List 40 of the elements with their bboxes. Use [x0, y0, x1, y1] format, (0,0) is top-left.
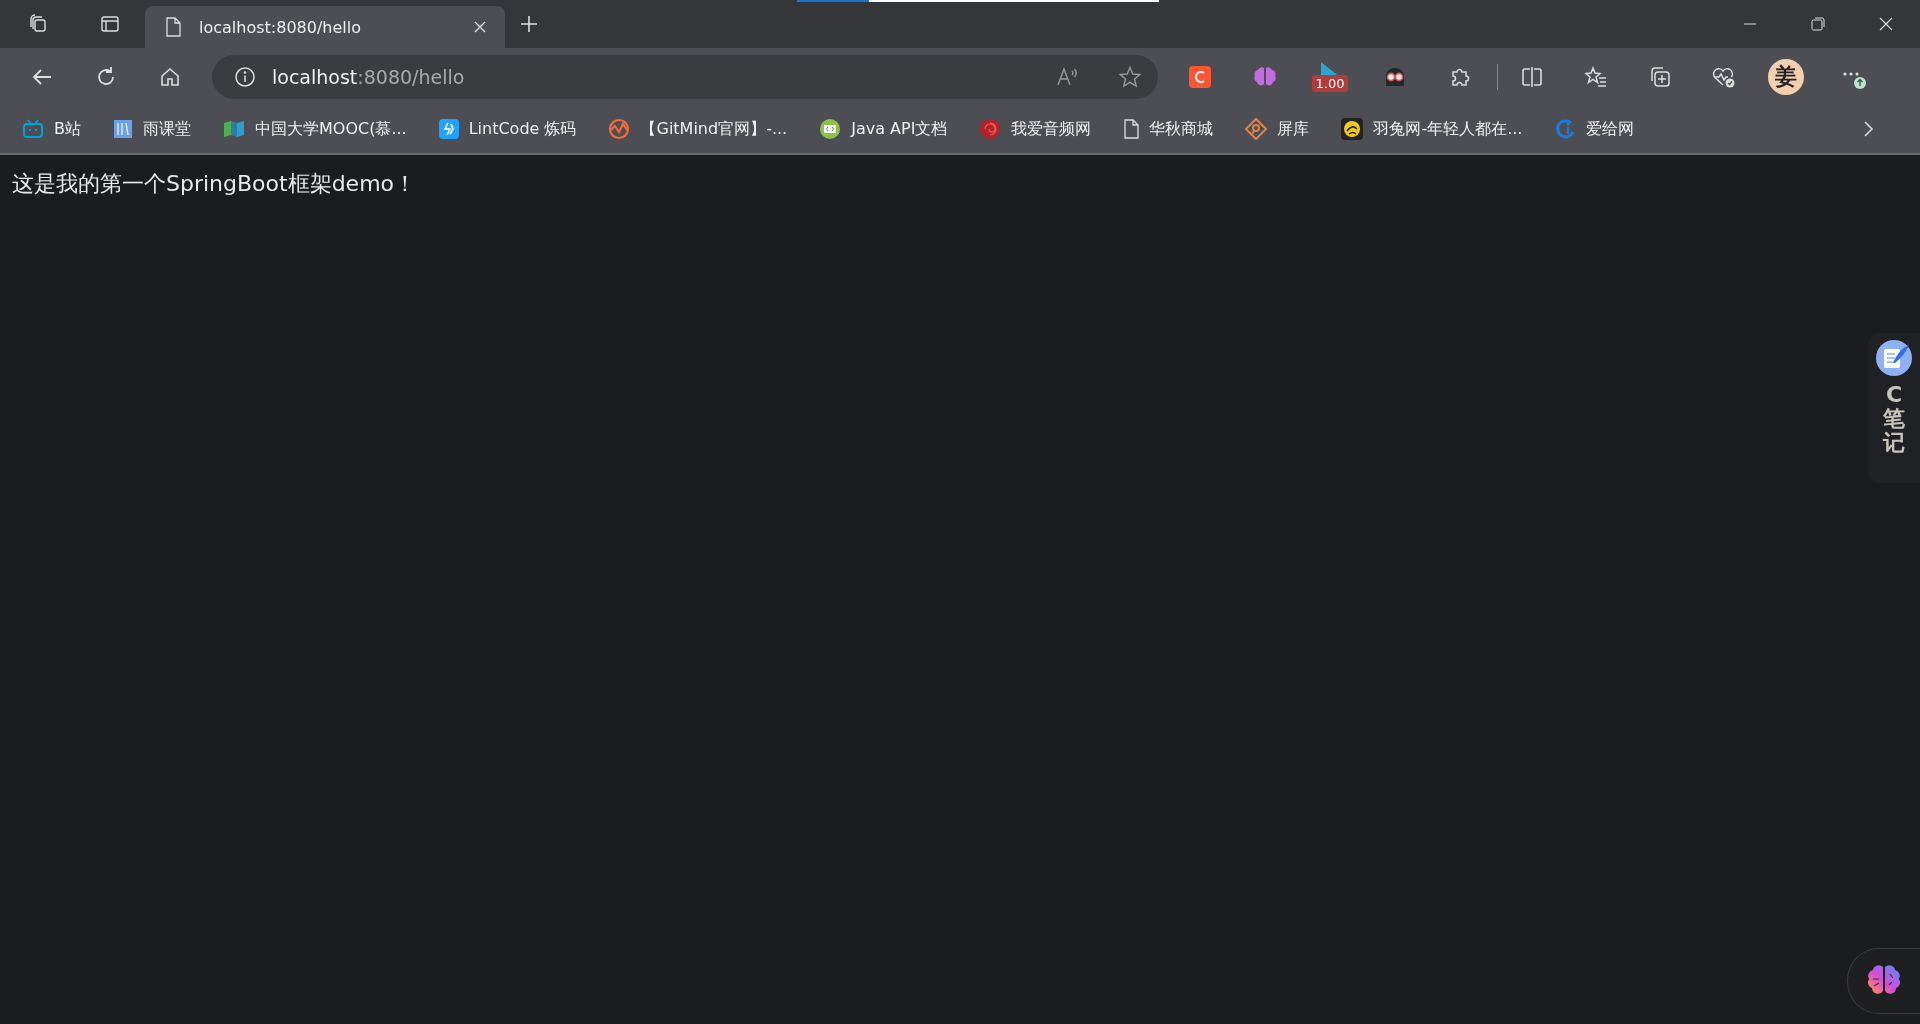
address-bar[interactable]: localhost:8080/hello [212, 54, 1158, 99]
lightning-icon [438, 119, 459, 139]
browser-tab[interactable]: localhost:8080/hello [145, 6, 505, 48]
wave-circle-icon [608, 118, 631, 140]
tv-icon [22, 119, 44, 139]
folded-map-icon [223, 120, 245, 138]
bookmark-link[interactable]: Java API文档 [819, 118, 948, 140]
page-icon [165, 17, 181, 37]
tab-title: localhost:8080/hello [199, 17, 362, 37]
info-icon[interactable] [234, 65, 256, 88]
pin-diamond-icon [1245, 118, 1268, 140]
extension-badge: 1.00 [1311, 75, 1349, 92]
code-circle-icon [819, 118, 842, 140]
favorite-star-icon[interactable] [1118, 64, 1142, 89]
bookmark-link[interactable]: 中国大学MOOC(慕... [223, 118, 407, 140]
profile-avatar[interactable]: 姜 [1768, 58, 1804, 95]
bookmark-link[interactable]: 爱给网 [1554, 118, 1635, 140]
close-tab-icon[interactable] [473, 20, 487, 34]
url-text: localhost:8080/hello [272, 65, 465, 88]
bookmark-link[interactable]: 我爱音频网 [979, 118, 1092, 140]
letter-ring-icon [1554, 118, 1577, 140]
bookmark-link[interactable]: 雨课堂 [113, 118, 191, 140]
bookmark-link[interactable]: LintCode 炼码 [438, 118, 577, 140]
bookmark-link[interactable]: 华秋商城 [1123, 118, 1214, 140]
book-icon [113, 119, 133, 139]
bookmark-link[interactable]: B站 [22, 118, 81, 140]
side-note-panel[interactable]: C笔记 [1868, 333, 1920, 483]
bookmark-link[interactable]: 屏库 [1245, 118, 1310, 140]
document-icon [1123, 119, 1140, 139]
extension-button[interactable]: 1.00 [1308, 51, 1352, 102]
assistant-button[interactable] [1847, 948, 1920, 1014]
note-quill-icon [1875, 339, 1913, 377]
swirl-circle-icon [979, 118, 1002, 140]
bookmark-link[interactable]: 羽兔网-年轻人都在... [1341, 118, 1523, 140]
letter-c-icon [1189, 65, 1211, 88]
read-aloud-icon[interactable] [1056, 65, 1080, 88]
bookmark-link[interactable]: 【GitMind官网】-... [608, 118, 788, 140]
side-note-label: C笔记 [1883, 383, 1905, 456]
rabbit-icon [1341, 118, 1364, 140]
page-text: 这是我的第一个SpringBoot框架demo！ [12, 170, 418, 198]
